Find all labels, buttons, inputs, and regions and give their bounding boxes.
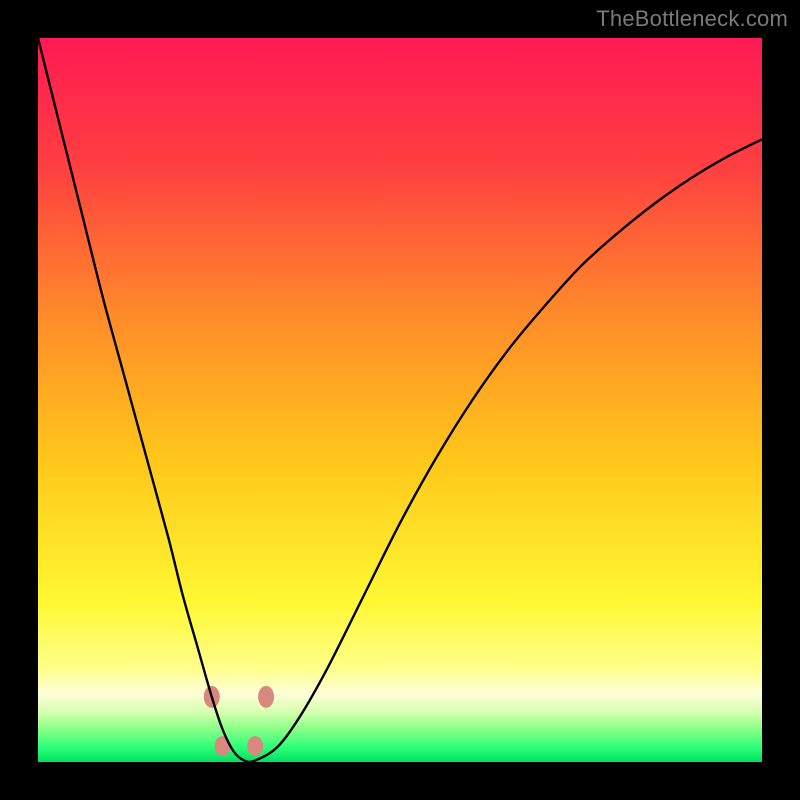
minimum-marker bbox=[215, 736, 231, 756]
watermark-text: TheBottleneck.com bbox=[596, 6, 788, 32]
chart-frame bbox=[38, 38, 762, 762]
gradient-background bbox=[38, 38, 762, 762]
minimum-marker bbox=[258, 686, 274, 708]
bottleneck-chart bbox=[38, 38, 762, 762]
minimum-marker bbox=[247, 736, 263, 756]
